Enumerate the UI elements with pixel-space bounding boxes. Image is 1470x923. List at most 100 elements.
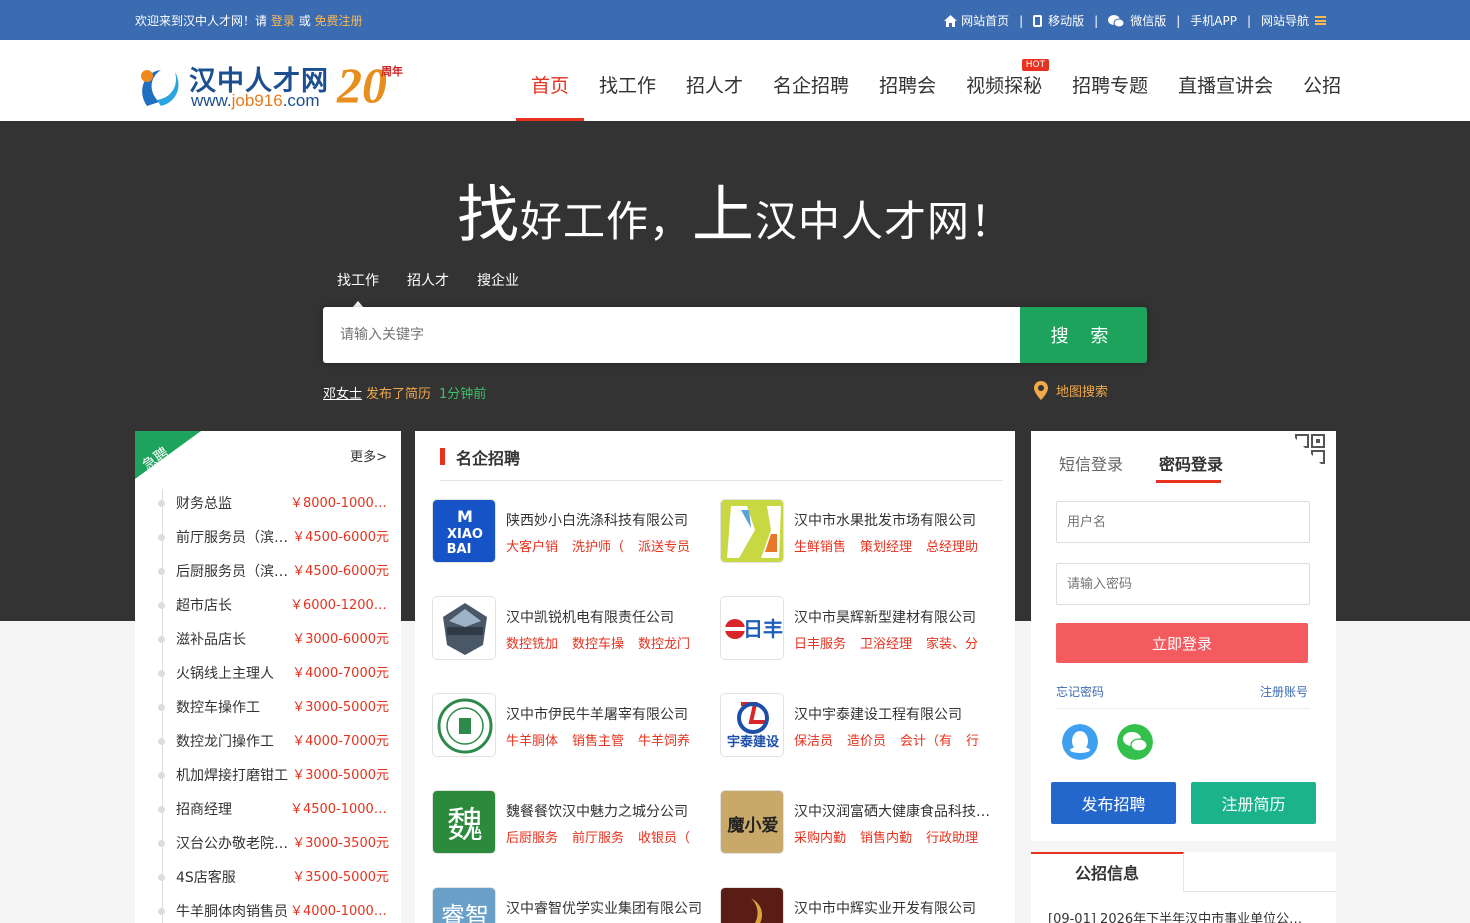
urgent-job-item[interactable]: 4S店客服 ￥3500-5000元 [157,861,389,895]
public-recruitment-tab[interactable]: 公招信息 [1031,852,1184,892]
feed-user[interactable]: 邓女士 [323,387,362,402]
search-tab-talent[interactable]: 招人才 [393,270,463,300]
username-field[interactable] [1056,501,1310,543]
forgot-password-link[interactable]: 忘记密码 [1056,683,1104,700]
company-job-link[interactable]: 销售内勤 [860,831,912,846]
urgent-job-item[interactable]: 财务总监 ￥8000-10000元 [157,487,389,521]
urgent-job-title[interactable]: 滋补品店长 [176,623,289,657]
company-job-link[interactable]: 大客户销 [506,540,558,555]
company-job-link[interactable]: 后厨服务 [506,831,558,846]
company-card[interactable]: 宇泰建设 汉中宇泰建设工程有限公司 保洁员 造价员 会计（有行 [720,693,1000,757]
urgent-job-item[interactable]: 前厅服务员（滨江店）￥4500-6000元 [157,521,389,555]
urgent-job-title[interactable]: 前厅服务员（滨江店） [176,521,289,555]
company-job-link[interactable]: 数控铣加 [506,637,558,652]
password-field[interactable] [1056,563,1310,605]
company-job-link[interactable]: 牛羊饲养 [638,734,690,749]
nav-topics[interactable]: 招聘专题 [1057,40,1163,121]
search-input[interactable] [323,307,1020,363]
urgent-job-item[interactable]: 汉台公办敬老院护理员￥3000-3500元 [157,827,389,861]
urgent-job-item[interactable]: 滋补品店长 ￥3000-6000元 [157,623,389,657]
company-job-link[interactable]: 造价员 [847,734,886,749]
company-job-link[interactable]: 牛羊胴体 [506,734,558,749]
urgent-job-item[interactable]: 数控车操作工 ￥3000-5000元 [157,691,389,725]
company-job-link[interactable]: 派送专员 [638,540,690,555]
company-card[interactable]: M XIAO BAI 陕西妙小白洗涤科技有限公司 大客户销 洗护师（ 派送专员 [432,499,712,563]
company-card[interactable]: 睿智 汉中睿智优学实业集团有限公司 [432,887,712,923]
company-job-link[interactable]: 洗护师（ [572,540,624,555]
register-resume-button[interactable]: 注册简历 [1191,782,1316,824]
company-job-link[interactable]: 行 [966,734,979,749]
register-link[interactable]: 免费注册 [315,14,363,28]
urgent-job-item[interactable]: 超市店长 ￥6000-12000元 [157,589,389,623]
logo[interactable]: 汉中人才网 www.job916.com 20 周年 [137,56,422,114]
urgent-job-title[interactable]: 后厨服务员（滨江店） [176,555,289,589]
company-card[interactable]: 魔小爱 汉中汉润富硒大健康食品科技有限公司 采购内勤销售内勤行政助理 [720,790,1000,854]
tab-password-login[interactable]: 密码登录 [1159,451,1223,475]
publish-job-button[interactable]: 发布招聘 [1051,782,1176,824]
app-link[interactable]: 手机APP [1190,12,1237,29]
urgent-job-title[interactable]: 招商经理 [176,793,289,827]
company-job-link[interactable]: 数控龙门 [638,637,690,652]
company-job-link[interactable]: 总经理助 [926,540,978,555]
urgent-job-item[interactable]: 数控龙门操作工 ￥4000-7000元 [157,725,389,759]
company-job-link[interactable]: 策划经理 [860,540,912,555]
login-link[interactable]: 登录 [271,14,295,28]
company-job-link[interactable]: 收银员（ [638,831,690,846]
company-card[interactable]: 汉中凯锐机电有限责任公司 数控铣加 数控车操 数控龙门 [432,596,712,660]
company-job-link[interactable]: 采购内勤 [794,831,846,846]
nav-home[interactable]: 首页 [516,40,585,121]
company-job-link[interactable]: 会计（有 [900,734,952,749]
wechat-link[interactable]: 微信版 [1108,12,1166,29]
public-recruitment-item[interactable]: [09-01] 2026年下半年汉中市事业单位公开招聘 [1048,908,1313,923]
company-card[interactable]: 汉中市中辉实业开发有限公司 [720,887,1000,923]
urgent-job-title[interactable]: 汉台公办敬老院护理员 [176,827,289,861]
nav-job-fair[interactable]: 招聘会 [864,40,951,121]
company-job-link[interactable]: 保洁员 [794,734,833,749]
wechat-login-icon[interactable] [1117,724,1153,760]
login-button[interactable]: 立即登录 [1056,623,1308,663]
urgent-more-link[interactable]: 更多> [350,446,387,465]
urgent-job-item[interactable]: 机加焊接打磨钳工 ￥3000-5000元 [157,759,389,793]
nav-live-presentation[interactable]: 直播宣讲会 [1163,40,1288,121]
company-job-link[interactable]: 销售主管 [572,734,624,749]
company-job-link[interactable]: 生鲜销售 [794,540,846,555]
nav-famous-companies[interactable]: 名企招聘 [758,40,864,121]
urgent-job-item[interactable]: 牛羊胴体肉销售员 ￥4000-10000元 [157,895,389,923]
company-job-link[interactable]: 前厅服务 [572,831,624,846]
mobile-link[interactable]: 移动版 [1033,12,1084,29]
urgent-job-title[interactable]: 牛羊胴体肉销售员 [176,895,289,923]
nav-video-explore[interactable]: 视频探秘 HOT [951,40,1057,121]
nav-public-recruit[interactable]: 公招 [1288,40,1356,121]
urgent-job-title[interactable]: 数控车操作工 [176,691,289,725]
search-tab-jobs[interactable]: 找工作 [323,270,393,308]
urgent-job-title[interactable]: 机加焊接打磨钳工 [176,759,289,793]
tab-sms-login[interactable]: 短信登录 [1059,451,1123,475]
qq-login-icon[interactable] [1062,724,1098,760]
home-link[interactable]: 网站首页 [944,12,1009,29]
search-button[interactable]: 搜 索 [1020,307,1147,363]
company-job-link[interactable]: 数控车操 [572,637,624,652]
urgent-job-title[interactable]: 火锅线上主理人 [176,657,289,691]
urgent-job-title[interactable]: 财务总监 [176,487,289,521]
urgent-job-item[interactable]: 火锅线上主理人 ￥4000-7000元 [157,657,389,691]
urgent-job-title[interactable]: 超市店长 [176,589,289,623]
urgent-job-title[interactable]: 4S店客服 [176,861,289,895]
qr-code-icon[interactable] [1290,433,1326,469]
search-tab-company[interactable]: 搜企业 [463,270,533,300]
company-job-link[interactable]: 家装、分 [926,637,978,652]
company-job-link[interactable]: 行政助理 [926,831,978,846]
nav-find-talent[interactable]: 招人才 [671,40,758,121]
urgent-job-item[interactable]: 招商经理 ￥4500-10000元 [157,793,389,827]
company-job-link[interactable]: 日丰服务 [794,637,846,652]
site-nav-link[interactable]: 网站导航 [1261,12,1326,29]
company-card[interactable]: 汉中市水果批发市场有限公司 生鲜销售 策划经理 总经理助 [720,499,1000,563]
company-card[interactable]: 日丰 汉中市昊辉新型建材有限公司 日丰服务 卫浴经理 家装、分 [720,596,1000,660]
map-search-link[interactable]: 地图搜索 [1034,381,1108,400]
company-card[interactable]: 汉中市伊民牛羊屠宰有限公司 牛羊胴体 销售主管 牛羊饲养 [432,693,712,757]
nav-find-job[interactable]: 找工作 [584,40,671,121]
urgent-job-title[interactable]: 数控龙门操作工 [176,725,289,759]
company-job-link[interactable]: 卫浴经理 [860,637,912,652]
register-account-link[interactable]: 注册账号 [1260,683,1308,700]
company-card[interactable]: 魏 魏餐餐饮汉中魅力之城分公司 后厨服务 前厅服务 收银员（ [432,790,712,854]
urgent-job-item[interactable]: 后厨服务员（滨江店）￥4500-6000元 [157,555,389,589]
